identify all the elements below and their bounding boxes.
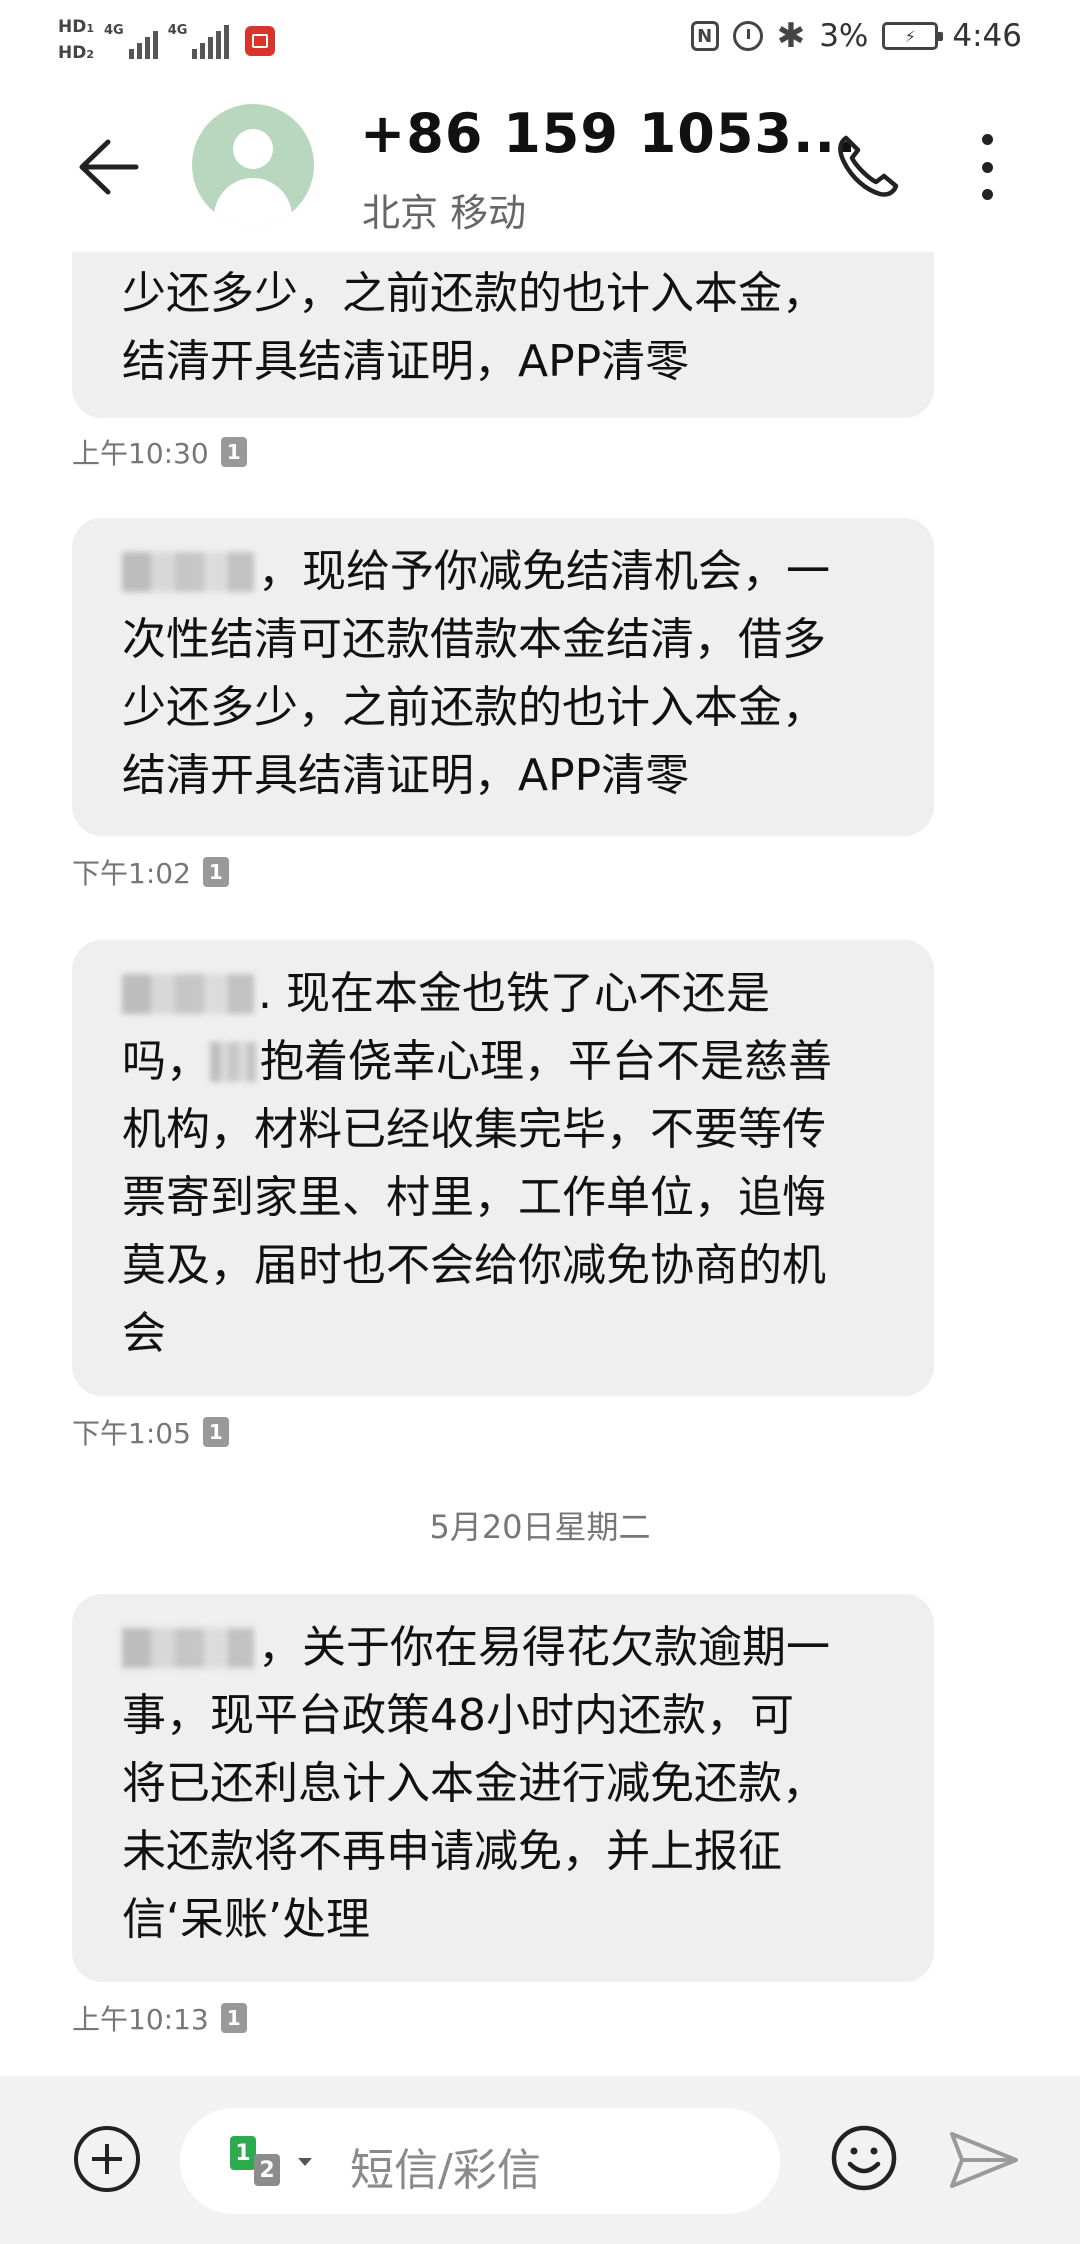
- sim-badge: 1: [220, 2003, 247, 2033]
- send-icon[interactable]: [948, 2128, 1020, 2192]
- message-time: 上午10:13: [72, 2003, 209, 2036]
- redacted-name: [122, 974, 254, 1014]
- redacted-text: [210, 1042, 256, 1082]
- redacted-name: [122, 552, 254, 592]
- message-thread[interactable]: 少还多少，之前还款的也计入本金， 结清开具结清证明，APP清零 上午10:30 …: [0, 0, 1080, 2244]
- contact-location-carrier: 北京 移动: [362, 191, 527, 235]
- message-text: ，关于你在易得花欠款逾期一 事，现平台政策48小时内还款，可 将已还利息计入本金…: [122, 1622, 830, 1945]
- conversation-header: +86 159 1053... 北京 移动: [0, 82, 1080, 252]
- message-meta: 下午1:02 1: [72, 852, 229, 892]
- message-bubble[interactable]: 少还多少，之前还款的也计入本金， 结清开具结清证明，APP清零: [72, 240, 934, 418]
- sim-selector[interactable]: 1 2: [230, 2136, 320, 2190]
- message-time: 上午10:30: [72, 437, 209, 470]
- message-bubble[interactable]: ，现给予你减免结清机会，一 次性结清可还款借款本金结清，借多 少还多少，之前还款…: [72, 518, 934, 836]
- back-arrow-icon[interactable]: [72, 132, 142, 202]
- message-text: 少还多少，之前还款的也计入本金， 结清开具结清证明，APP清零: [122, 268, 826, 387]
- message-time: 下午1:05: [72, 1417, 191, 1450]
- message-bubble[interactable]: . 现在本金也铁了心不还是 吗， 抱着侥幸心理，平台不是慈善 机构，材料已经收集完…: [72, 940, 934, 1396]
- compose-bar: 1 2 短信/彩信: [0, 2076, 1080, 2244]
- avatar[interactable]: [192, 104, 314, 226]
- chevron-down-icon: [298, 2158, 312, 2166]
- contact-name[interactable]: +86 159 1053...: [360, 102, 858, 165]
- redacted-name: [122, 1628, 254, 1668]
- sim2-icon: 2: [254, 2154, 280, 2186]
- message-bubble[interactable]: ，关于你在易得花欠款逾期一 事，现平台政策48小时内还款，可 将已还利息计入本金…: [72, 1594, 934, 1982]
- message-placeholder: 短信/彩信: [350, 2145, 541, 2196]
- message-time: 下午1:02: [72, 857, 191, 890]
- message-input[interactable]: 1 2 短信/彩信: [180, 2108, 780, 2214]
- sim-badge: 1: [220, 437, 247, 467]
- message-text: ，现给予你减免结清机会，一 次性结清可还款借款本金结清，借多 少还多少，之前还款…: [122, 546, 830, 801]
- date-separator: 5月20日星期二: [429, 1508, 651, 1546]
- emoji-icon[interactable]: [830, 2124, 898, 2192]
- message-text: . 现在本金也铁了心不还是 吗， 抱着侥幸心理，平台不是慈善 机构，材料已经收集完…: [122, 968, 832, 1359]
- message-meta: 上午10:30 1: [72, 432, 247, 472]
- sim-badge: 1: [202, 1417, 229, 1447]
- phone-icon[interactable]: [832, 130, 902, 200]
- message-meta: 上午10:13 1: [72, 1998, 247, 2038]
- sim-badge: 1: [202, 857, 229, 887]
- add-attachment-button[interactable]: [74, 2126, 140, 2192]
- more-vertical-icon[interactable]: [975, 134, 999, 200]
- message-meta: 下午1:05 1: [72, 1412, 229, 1452]
- sim1-icon: 1: [230, 2136, 256, 2170]
